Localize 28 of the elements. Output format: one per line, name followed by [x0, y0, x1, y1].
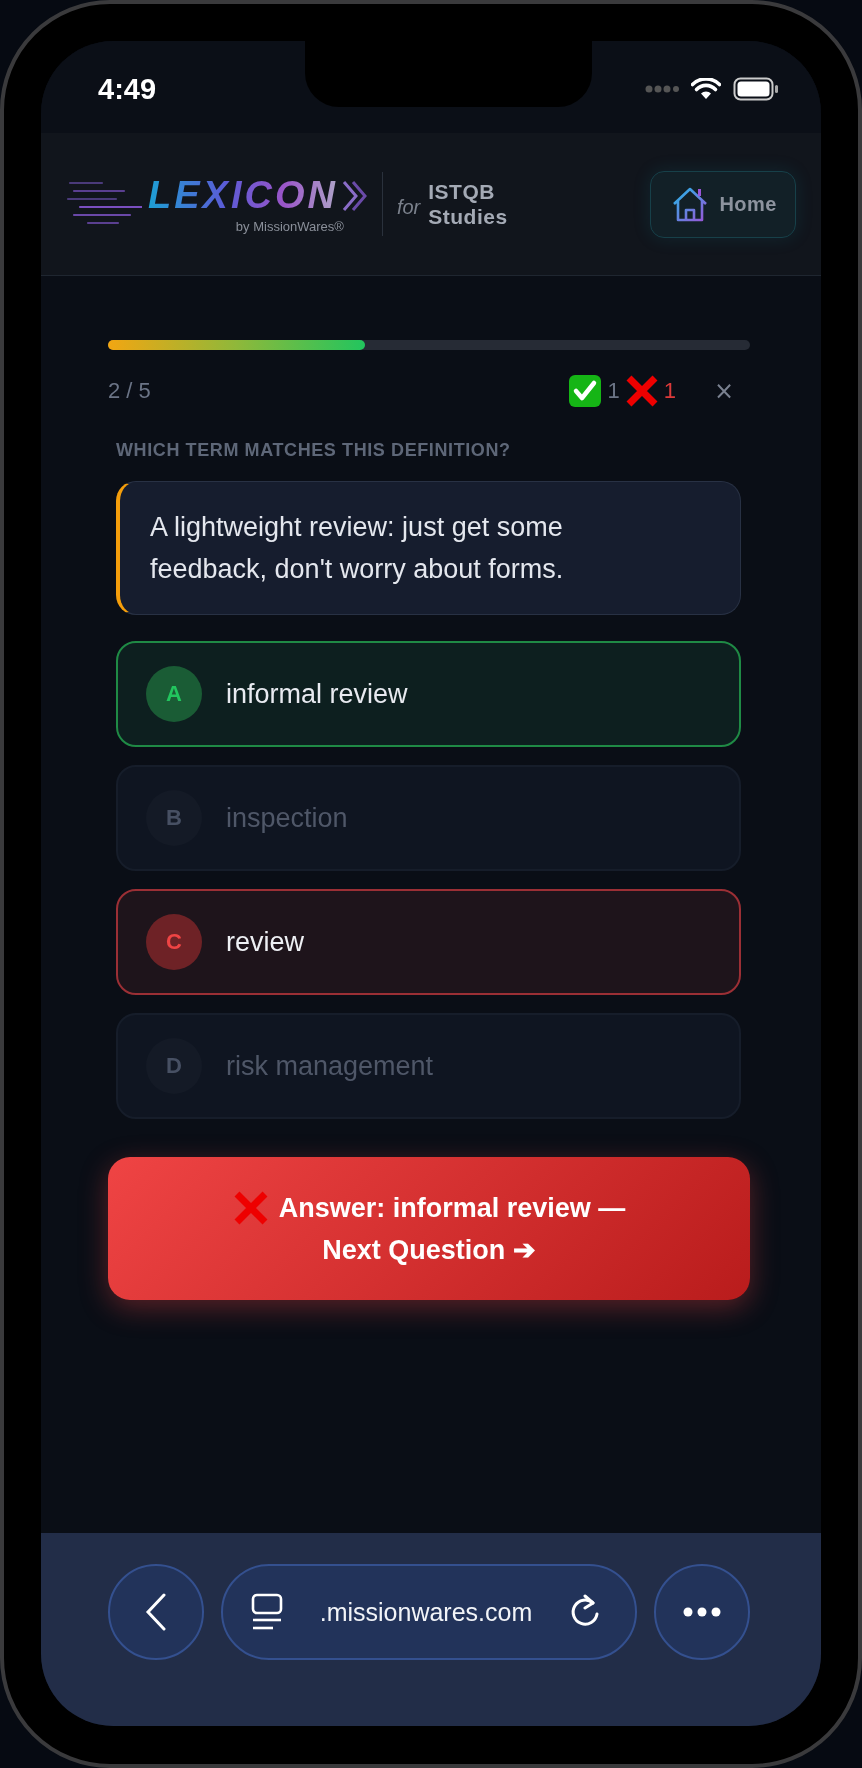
speed-lines-icon	[66, 181, 142, 227]
next-question-button[interactable]: Answer: informal review — Next Question ➔	[108, 1157, 750, 1300]
wrong-count: 1	[663, 378, 676, 404]
answer-option[interactable]: C review	[116, 889, 741, 995]
check-icon	[568, 374, 603, 408]
for-label: for	[396, 195, 421, 219]
back-icon	[145, 1593, 167, 1631]
signal-icon	[645, 85, 679, 93]
wifi-icon	[691, 78, 721, 100]
home-button[interactable]: Home	[650, 170, 796, 238]
address-bar[interactable]: .missionwares.com	[221, 1564, 637, 1660]
more-icon	[683, 1607, 721, 1617]
cross-icon	[232, 1189, 269, 1226]
subject-label: Studies	[428, 204, 508, 229]
status-time: 4:49	[98, 72, 157, 106]
definition-card: A lightweight review: just get some feedback, don't worry about forms.	[116, 481, 741, 615]
logo-byline: by MissionWares®	[235, 219, 344, 234]
subject-label: ISTQB	[428, 179, 496, 204]
chevron-icon	[341, 178, 368, 213]
close-button[interactable]: ×	[713, 377, 734, 405]
url-text: .missionwares.com	[318, 1597, 534, 1627]
question-counter: 2 / 5	[108, 378, 151, 404]
answer-option[interactable]: A informal review	[116, 641, 741, 747]
battery-icon	[733, 77, 779, 101]
question-prompt: WHICH TERM MATCHES THIS DEFINITION?	[116, 440, 512, 461]
reader-icon	[251, 1593, 283, 1631]
cross-icon	[624, 374, 659, 408]
correct-count: 1	[607, 378, 620, 404]
